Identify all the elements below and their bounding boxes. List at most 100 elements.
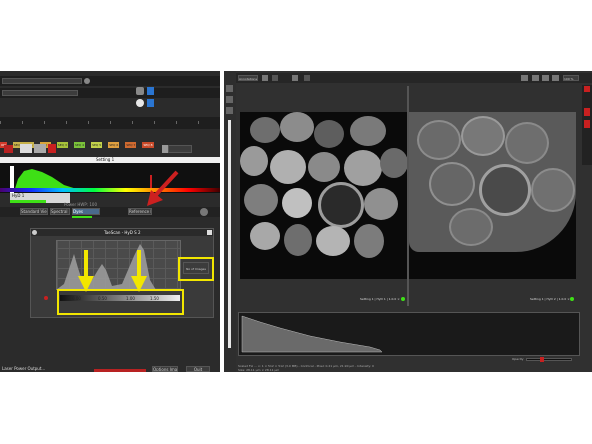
- pencil-icon[interactable]: [521, 75, 528, 81]
- cell: [479, 164, 531, 216]
- zoom-select[interactable]: 100 %: [563, 75, 579, 81]
- cell: [250, 117, 280, 143]
- channel-field-1[interactable]: HyD 1: [12, 193, 24, 198]
- footer-red-bar: [94, 369, 146, 372]
- left-bottom-area: [0, 320, 220, 372]
- yellow-arrow-left: [78, 250, 94, 292]
- cell: [314, 120, 344, 148]
- snowflake-icon[interactable]: [136, 99, 144, 107]
- cell: [284, 224, 312, 256]
- tool-icon[interactable]: [226, 96, 233, 103]
- options-image-button[interactable]: Options Image: [152, 366, 178, 372]
- cell: [308, 152, 340, 182]
- config-dropdown[interactable]: [2, 78, 82, 84]
- image-left-caption: Setting 1 | HyD 1 | 1.0.0 ×: [360, 297, 400, 301]
- tab-spectral[interactable]: Spectral: [50, 208, 70, 215]
- seq-tag[interactable]: SEQ 4: [73, 142, 86, 148]
- image-divider: [407, 86, 409, 306]
- seq-tag[interactable]: SEQ 3: [56, 142, 68, 148]
- cell: [505, 122, 549, 164]
- status-green-dot-icon: [401, 297, 405, 301]
- view-icon[interactable]: [272, 75, 278, 81]
- seq-tag[interactable]: SEQ 7: [125, 142, 137, 148]
- view-icon[interactable]: [304, 75, 310, 81]
- seq-tag[interactable]: SEQ 6: [108, 142, 120, 148]
- ruler-markers: [0, 121, 220, 124]
- cell: [270, 150, 306, 184]
- red-x-icon[interactable]: [48, 144, 56, 153]
- opacity-slider[interactable]: [526, 358, 572, 361]
- tool-icon[interactable]: [226, 85, 233, 92]
- slider-highlight-box: [57, 289, 184, 315]
- cell: [318, 182, 364, 228]
- zoom-in-icon[interactable]: [532, 75, 539, 81]
- cell: [350, 116, 386, 146]
- red-dot-icon[interactable]: [44, 296, 48, 300]
- status-green-dot-icon: [570, 297, 574, 301]
- cell: [316, 226, 350, 256]
- red-channel-tab[interactable]: [584, 120, 590, 128]
- checkmark-icon[interactable]: [292, 75, 298, 81]
- red-arrow-annotation: [147, 170, 179, 206]
- settings-icon[interactable]: [84, 78, 90, 84]
- cell: [244, 184, 278, 216]
- blue-info-icon[interactable]: [147, 87, 154, 95]
- slider-label: Opacity: [512, 357, 524, 361]
- cell: [531, 168, 575, 212]
- cell: [280, 112, 314, 142]
- tool-icon[interactable]: [226, 107, 233, 114]
- red-tool-icon[interactable]: [4, 145, 13, 153]
- cell: [344, 150, 382, 186]
- image-right-caption: Setting 1 | HyD 2 | 1.0.0 ×: [530, 297, 570, 301]
- second-dropdown[interactable]: [2, 90, 78, 96]
- view-icon[interactable]: [262, 75, 268, 81]
- lower-histogram: [241, 315, 383, 353]
- lower-histogram-curve: [241, 315, 383, 353]
- quit-button[interactable]: Quit: [186, 366, 210, 372]
- cell: [364, 188, 398, 220]
- sequence-tags[interactable]: ON SEQUENTIAL SEQ 2 SEQ 3 SEQ 4 SEQ 5 SE…: [0, 131, 220, 148]
- tab-green-underline: [72, 216, 92, 218]
- cell: [449, 208, 493, 246]
- cell: [240, 146, 268, 176]
- status-line-2: Size: 28.11 µm × 28.11 µm: [238, 368, 280, 372]
- button-highlight-box: [178, 257, 214, 281]
- cell: [380, 148, 407, 178]
- red-channel-tab[interactable]: [584, 108, 590, 116]
- cell: [354, 224, 384, 258]
- image-right[interactable]: [409, 112, 576, 279]
- seq-tag[interactable]: SEQ 5: [91, 142, 103, 148]
- slider-thumb-icon[interactable]: [540, 357, 544, 362]
- close-icon[interactable]: [207, 230, 212, 235]
- lut-dialog-title: TaeScan - HyD S 2: [104, 230, 141, 235]
- channel-green-bar: [10, 200, 46, 203]
- tab-reference-dyes[interactable]: Reference Dyes: [128, 208, 152, 215]
- footer-text: Laser Power Output...: [2, 366, 46, 371]
- cell: [282, 188, 312, 218]
- cell: [250, 222, 280, 250]
- dialog-app-icon: [32, 230, 37, 235]
- lut-histogram: [56, 244, 156, 290]
- image-left[interactable]: [240, 112, 407, 279]
- fit-icon[interactable]: [552, 75, 559, 81]
- setting-label: Setting 1: [96, 157, 115, 162]
- tab-dyes[interactable]: Dyes: [72, 208, 100, 215]
- cell: [461, 116, 505, 156]
- cell: [429, 162, 475, 206]
- add-laser-button[interactable]: [168, 145, 192, 153]
- status-line-1: Scaled FLI ... x: 1 × 512 × 512 (3.0 MB)…: [238, 364, 374, 368]
- seq-tag[interactable]: SEQ 8: [142, 142, 154, 148]
- spectrum-scale: [0, 188, 220, 192]
- yellow-arrow-right: [131, 250, 147, 292]
- tab-standard-view[interactable]: Standard View: [20, 208, 48, 215]
- graph-tool-icon[interactable]: [34, 144, 46, 153]
- play-icon[interactable]: [200, 208, 208, 216]
- cell: [417, 120, 461, 160]
- red-channel-tab[interactable]: [584, 86, 590, 92]
- chart-tool-icon[interactable]: [20, 144, 32, 153]
- gear-icon[interactable]: [136, 87, 144, 95]
- annotations-button[interactable]: Annotations: [238, 75, 258, 81]
- zoom-out-icon[interactable]: [542, 75, 549, 81]
- blue-square-icon[interactable]: [147, 99, 154, 107]
- middle-scrollbar[interactable]: [228, 120, 231, 348]
